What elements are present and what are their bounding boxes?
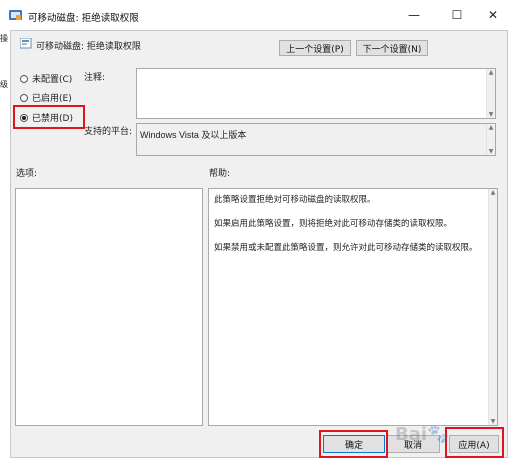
watermark-logo: Bai🐾: [395, 424, 450, 445]
highlight-apply-button: [445, 427, 504, 458]
scroll-down-icon[interactable]: ▼: [491, 418, 496, 425]
platform-scrollbar[interactable]: ▲ ▼: [486, 124, 495, 155]
radio-not-configured-label: 未配置(C): [32, 75, 73, 85]
scroll-up-icon[interactable]: ▲: [489, 124, 494, 131]
radio-enabled[interactable]: 已启用(E): [20, 91, 72, 104]
previous-setting-button[interactable]: 上一个设置(P): [279, 40, 351, 56]
comment-scrollbar[interactable]: ▲ ▼: [486, 69, 495, 118]
comment-label: 注释:: [84, 73, 106, 83]
highlight-disabled-option: [13, 105, 85, 129]
help-paragraph-3: 如果禁用或未配置此策略设置，则允许对此可移动存储类的读取权限。: [214, 243, 478, 253]
help-pane: 此策略设置拒绝对可移动磁盘的读取权限。 如果启用此策略设置，则将拒绝对此可移动存…: [208, 188, 498, 426]
options-section-label: 选项:: [16, 169, 38, 179]
window-title: 可移动磁盘: 拒绝读取权限: [28, 13, 139, 24]
highlight-ok-button: [319, 430, 388, 458]
scroll-down-icon[interactable]: ▼: [489, 148, 494, 155]
close-button[interactable]: ✕: [481, 4, 505, 26]
radio-not-configured[interactable]: 未配置(C): [20, 72, 72, 85]
maximize-button[interactable]: ☐: [445, 4, 469, 26]
radio-enabled-label: 已启用(E): [32, 94, 72, 104]
radio-not-configured-circle[interactable]: [20, 74, 28, 83]
policy-title: 可移动磁盘: 拒绝读取权限: [36, 42, 141, 52]
minimize-button[interactable]: —: [402, 4, 426, 26]
help-scrollbar[interactable]: ▲ ▼: [488, 189, 497, 425]
comment-textarea[interactable]: ▲ ▼: [136, 68, 496, 119]
left-edge-char-1: 操: [0, 34, 8, 43]
next-setting-button[interactable]: 下一个设置(N): [356, 40, 428, 56]
options-pane: [15, 188, 203, 426]
platform-label: 支持的平台:: [84, 127, 133, 137]
scroll-up-icon[interactable]: ▲: [491, 189, 496, 196]
radio-enabled-circle[interactable]: [20, 93, 28, 102]
policy-setting-icon: [20, 38, 32, 49]
help-section-label: 帮助:: [209, 169, 231, 179]
platform-value: Windows Vista 及以上版本: [140, 130, 247, 140]
scroll-down-icon[interactable]: ▼: [489, 111, 494, 118]
platform-field: Windows Vista 及以上版本 ▲ ▼: [136, 123, 496, 156]
help-paragraph-2: 如果启用此策略设置，则将拒绝对此可移动存储类的读取权限。: [214, 219, 453, 229]
left-edge-char-2: 级: [0, 80, 8, 89]
scroll-up-icon[interactable]: ▲: [489, 69, 494, 76]
title-bar: 可移动磁盘: 拒绝读取权限 — ☐ ✕: [0, 0, 521, 30]
help-paragraph-1: 此策略设置拒绝对可移动磁盘的读取权限。: [214, 195, 376, 205]
group-policy-icon: [9, 10, 22, 20]
